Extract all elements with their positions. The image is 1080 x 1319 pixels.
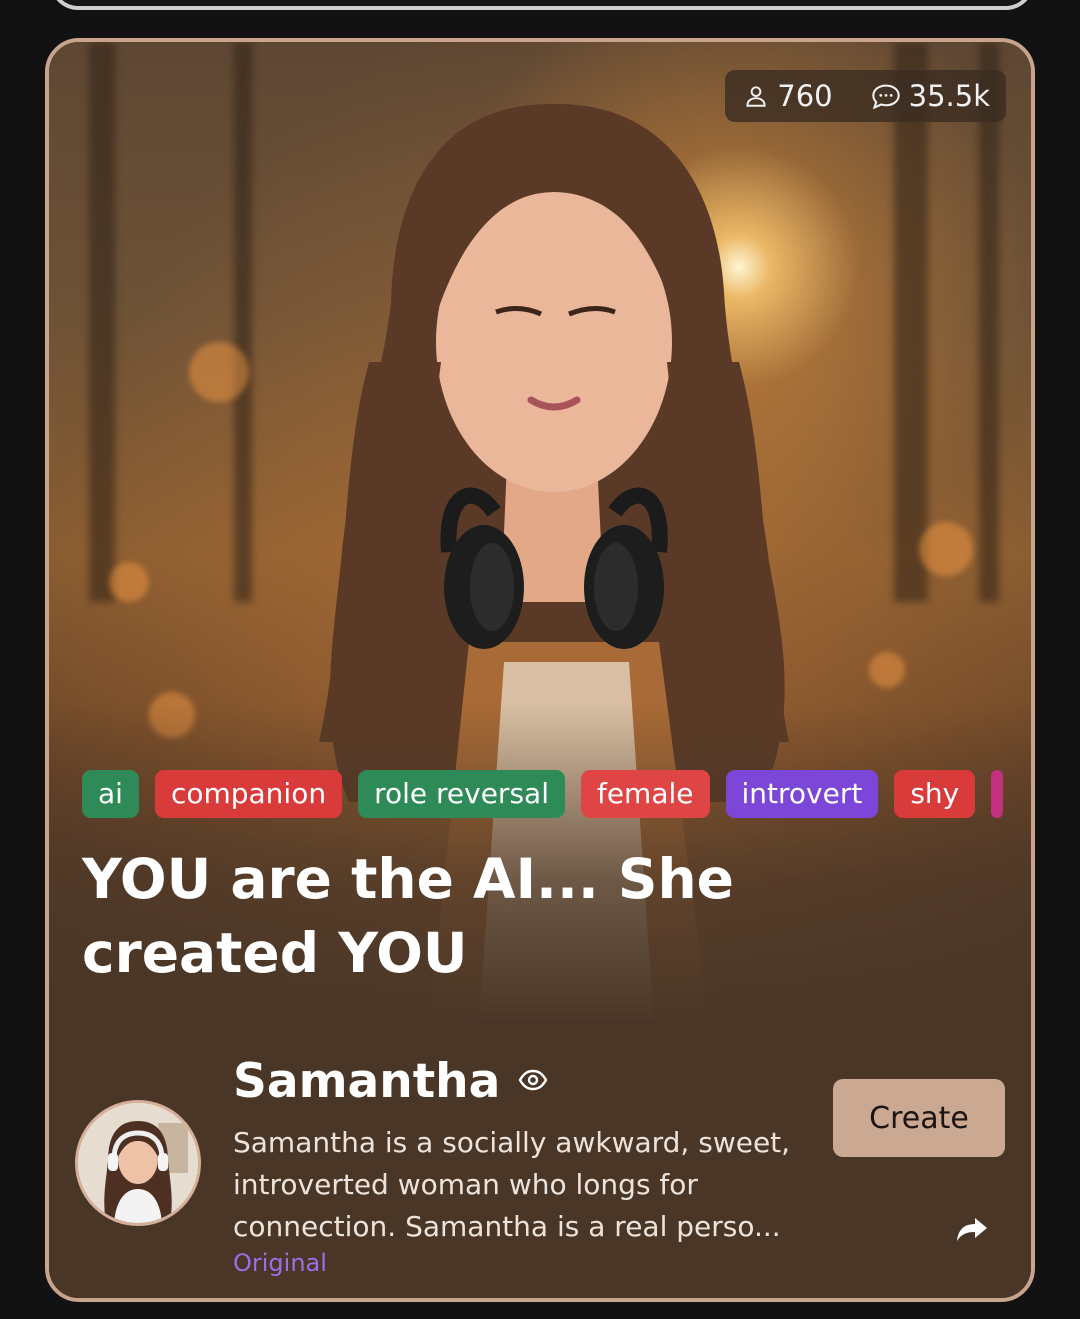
tag-shy[interactable]: shy [894,770,976,818]
character-card[interactable]: 760 35.5k ai companion role reversal fem… [45,38,1035,1302]
character-name-row: Samantha [233,1054,548,1109]
card-title: YOU are the AI... She created YOU [82,847,734,985]
user-icon [743,83,769,109]
character-image: 760 35.5k ai companion role reversal fem… [49,42,1031,1024]
tag-companion[interactable]: companion [154,770,343,818]
avatar[interactable] [75,1100,201,1226]
tag-ai[interactable]: ai [82,770,139,818]
messages-stat: 35.5k [871,79,990,113]
character-description: Samantha is a socially awkward, sweet, i… [233,1126,791,1243]
card-stats: 760 35.5k [725,70,1006,122]
messages-count: 35.5k [908,79,990,113]
create-button[interactable]: Create [833,1079,1005,1157]
tag-list: ai companion role reversal female introv… [82,770,1004,818]
share-icon[interactable] [955,1214,989,1248]
character-name[interactable]: Samantha [233,1054,500,1109]
card-footer: Samantha Samantha is a socially awkward,… [49,1024,1031,1298]
eye-icon[interactable] [518,1069,548,1095]
tag-role-reversal[interactable]: role reversal [358,770,565,818]
followers-count: 760 [777,79,833,113]
followers-stat: 760 [743,79,833,113]
tag-introvert[interactable]: introvert [725,770,879,818]
chat-bubble-icon [871,82,901,110]
previous-card-edge [50,0,1034,10]
tag-partial[interactable] [991,770,1004,818]
tag-female[interactable]: female [580,770,710,818]
origin-label: Original [233,1249,327,1277]
